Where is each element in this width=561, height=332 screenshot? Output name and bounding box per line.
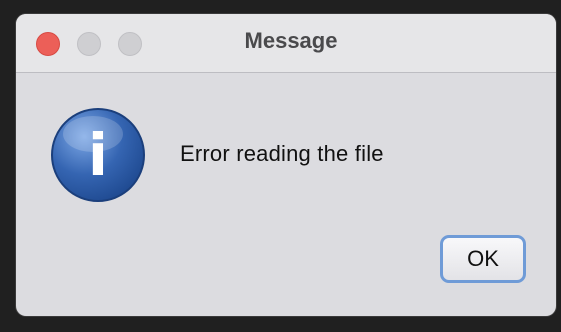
window-title: Message (244, 28, 338, 53)
info-glyph: i (88, 121, 108, 189)
error-message: Error reading the file (180, 141, 384, 166)
message-dialog: Message i Error reading the file OK (16, 14, 556, 316)
information-icon: i (51, 108, 145, 202)
ok-button[interactable]: OK (440, 235, 526, 283)
title-bar: Message (16, 14, 556, 73)
